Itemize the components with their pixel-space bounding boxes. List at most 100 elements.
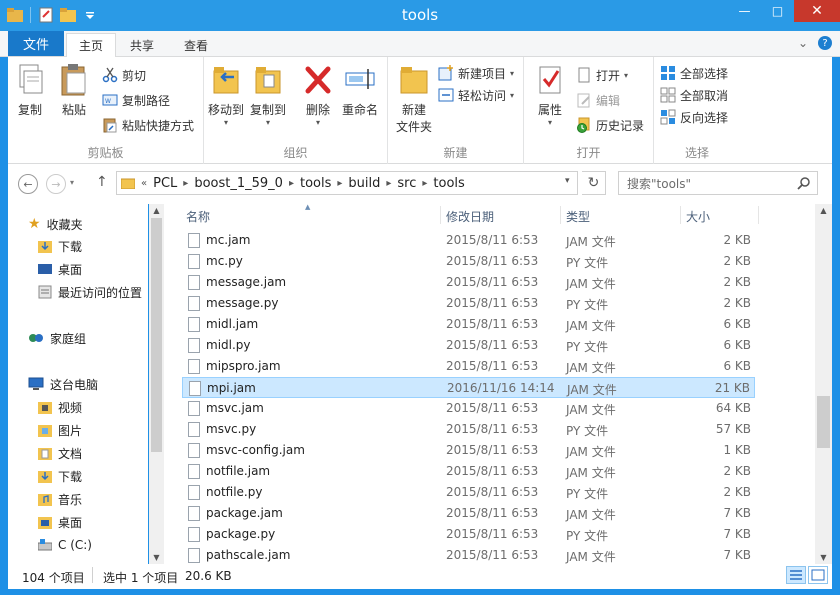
scroll-down-icon[interactable]: ▼: [149, 553, 164, 562]
file-row[interactable]: mpi.jam 2016/11/16 14:14 JAM 文件 21 KB: [182, 377, 755, 398]
nav-favorites[interactable]: ★ 收藏夹: [28, 214, 83, 234]
tab-home[interactable]: 主页: [66, 33, 117, 58]
maximize-button[interactable]: □: [761, 0, 794, 22]
tab-share[interactable]: 共享: [118, 33, 166, 57]
nav-videos[interactable]: 视频: [38, 397, 82, 417]
file-row[interactable]: mc.py 2015/8/11 6:53 PY 文件 2 KB: [182, 251, 755, 272]
breadcrumb-tools-current[interactable]: tools: [433, 176, 464, 191]
chevron-right-icon[interactable]: ▸: [289, 178, 294, 189]
collapse-ribbon-icon[interactable]: ⌄: [798, 36, 808, 50]
recent-locations-icon[interactable]: ▾: [70, 178, 74, 187]
nav-desktop[interactable]: 桌面: [38, 259, 82, 279]
file-row[interactable]: notfile.jam 2015/8/11 6:53 JAM 文件 2 KB: [182, 461, 755, 482]
scroll-down-icon[interactable]: ▼: [815, 553, 832, 562]
cut-button[interactable]: 剪切: [102, 65, 146, 85]
up-arrow-icon[interactable]: ↑: [96, 174, 108, 190]
nav-scrollbar[interactable]: ▲ ▼: [149, 204, 164, 564]
paste-button[interactable]: 粘贴: [58, 63, 90, 118]
nav-scroll-thumb[interactable]: [151, 218, 162, 452]
paste-shortcut-button[interactable]: 粘贴快捷方式: [102, 115, 194, 135]
close-button[interactable]: ✕: [794, 0, 840, 22]
file-row[interactable]: msvc.py 2015/8/11 6:53 PY 文件 57 KB: [182, 419, 755, 440]
minimize-button[interactable]: —: [728, 0, 761, 22]
file-row[interactable]: midl.jam 2015/8/11 6:53 JAM 文件 6 KB: [182, 314, 755, 335]
new-item-button[interactable]: 新建项目 ▾: [438, 63, 514, 83]
file-row[interactable]: pathscale.jam 2015/8/11 6:53 JAM 文件 7 KB: [182, 545, 755, 566]
nav-label: 下载: [58, 239, 83, 254]
history-button[interactable]: 历史记录: [576, 115, 644, 135]
move-to-button[interactable]: 移动到 ▾: [208, 63, 244, 127]
file-row[interactable]: mc.jam 2015/8/11 6:53 JAM 文件 2 KB: [182, 230, 755, 251]
rename-button[interactable]: 重命名: [342, 63, 378, 118]
breadcrumb-build[interactable]: build: [348, 176, 380, 191]
column-divider[interactable]: [758, 206, 759, 224]
column-divider[interactable]: [440, 206, 441, 224]
column-header-type[interactable]: 类型: [566, 204, 590, 228]
column-header-date[interactable]: 修改日期: [446, 204, 494, 228]
tab-view[interactable]: 查看: [172, 33, 220, 57]
large-icons-view-button[interactable]: [808, 566, 828, 584]
new-folder-button[interactable]: 新建 文件夹: [396, 63, 432, 135]
select-all-button[interactable]: 全部选择: [660, 63, 728, 83]
chevron-right-icon[interactable]: ▸: [422, 178, 427, 189]
column-divider[interactable]: [560, 206, 561, 224]
copy-to-button[interactable]: 复制到 ▾: [250, 63, 286, 127]
column-header-size[interactable]: 大小: [686, 204, 710, 228]
nav-drive-c[interactable]: C (C:): [38, 535, 92, 555]
nav-pictures[interactable]: 图片: [38, 420, 82, 440]
open-button[interactable]: 打开 ▾: [576, 65, 628, 85]
file-row[interactable]: package.py 2015/8/11 6:53 PY 文件 7 KB: [182, 524, 755, 545]
chevron-right-icon[interactable]: ▸: [337, 178, 342, 189]
back-button[interactable]: ←: [18, 174, 38, 194]
nav-music[interactable]: 音乐: [38, 489, 82, 509]
file-row[interactable]: mipspro.jam 2015/8/11 6:53 JAM 文件 6 KB: [182, 356, 755, 377]
scroll-up-icon[interactable]: ▲: [149, 206, 164, 215]
help-icon[interactable]: ?: [818, 36, 832, 50]
nav-downloads[interactable]: 下载: [38, 236, 82, 256]
invert-selection-button[interactable]: 反向选择: [660, 107, 728, 127]
column-divider[interactable]: [680, 206, 681, 224]
file-row[interactable]: package.jam 2015/8/11 6:53 JAM 文件 7 KB: [182, 503, 755, 524]
copy-button[interactable]: 复制: [14, 63, 46, 118]
details-view-button[interactable]: [786, 566, 806, 584]
file-row[interactable]: midl.py 2015/8/11 6:53 PY 文件 6 KB: [182, 335, 755, 356]
delete-button[interactable]: 删除 ▾: [302, 63, 334, 127]
ribbon: 复制 粘贴 剪切 W 复制路径 粘贴快捷方式 剪贴板 移动到 ▾ 复制到 ▾ 删…: [0, 57, 840, 164]
search-input[interactable]: 搜索"tools": [618, 171, 818, 195]
file-icon: [188, 275, 200, 290]
nav-this-pc[interactable]: 这台电脑: [28, 374, 98, 394]
file-row[interactable]: msvc-config.jam 2015/8/11 6:53 JAM 文件 1 KB: [182, 440, 755, 461]
column-header-name[interactable]: 名称: [186, 204, 210, 228]
address-dropdown-icon[interactable]: ▾: [565, 176, 570, 186]
breadcrumb-pcl[interactable]: PCL: [153, 176, 177, 191]
file-row[interactable]: notfile.py 2015/8/11 6:53 PY 文件 2 KB: [182, 482, 755, 503]
file-row[interactable]: message.jam 2015/8/11 6:53 JAM 文件 2 KB: [182, 272, 755, 293]
breadcrumb-src[interactable]: src: [397, 176, 416, 191]
copy-path-button[interactable]: W 复制路径: [102, 90, 170, 110]
edit-button[interactable]: 编辑: [576, 90, 620, 110]
nav-downloads-pc[interactable]: 下载: [38, 466, 82, 486]
chevron-right-icon[interactable]: ▸: [386, 178, 391, 189]
scroll-up-icon[interactable]: ▲: [815, 206, 832, 215]
refresh-button[interactable]: ↻: [582, 171, 606, 195]
breadcrumb-tools[interactable]: tools: [300, 176, 331, 191]
nav-recent[interactable]: 最近访问的位置: [38, 282, 142, 302]
overflow-chevron[interactable]: «: [141, 178, 147, 189]
forward-button[interactable]: →: [46, 174, 66, 194]
easy-access-button[interactable]: 轻松访问 ▾: [438, 85, 514, 105]
breadcrumb-boost[interactable]: boost_1_59_0: [194, 176, 283, 191]
nav-homegroup[interactable]: 家庭组: [28, 328, 86, 348]
nav-documents[interactable]: 文档: [38, 443, 82, 463]
file-list-scrollbar[interactable]: ▲ ▼: [815, 204, 832, 564]
address-bar[interactable]: « PCL ▸ boost_1_59_0 ▸ tools ▸ build ▸ src ▸ …: [116, 171, 578, 195]
select-none-button[interactable]: 全部取消: [660, 85, 728, 105]
file-row[interactable]: message.py 2015/8/11 6:53 PY 文件 2 KB: [182, 293, 755, 314]
file-row[interactable]: msvc.jam 2015/8/11 6:53 JAM 文件 64 KB: [182, 398, 755, 419]
tab-file[interactable]: 文件: [8, 31, 64, 56]
group-select: 全部选择 全部取消 反向选择 选择: [654, 57, 740, 164]
chevron-right-icon[interactable]: ▸: [183, 178, 188, 189]
search-icon[interactable]: [797, 176, 811, 190]
properties-button[interactable]: 属性 ▾: [534, 63, 566, 127]
file-list-scroll-thumb[interactable]: [817, 396, 830, 448]
nav-desktop-pc[interactable]: 桌面: [38, 512, 82, 532]
